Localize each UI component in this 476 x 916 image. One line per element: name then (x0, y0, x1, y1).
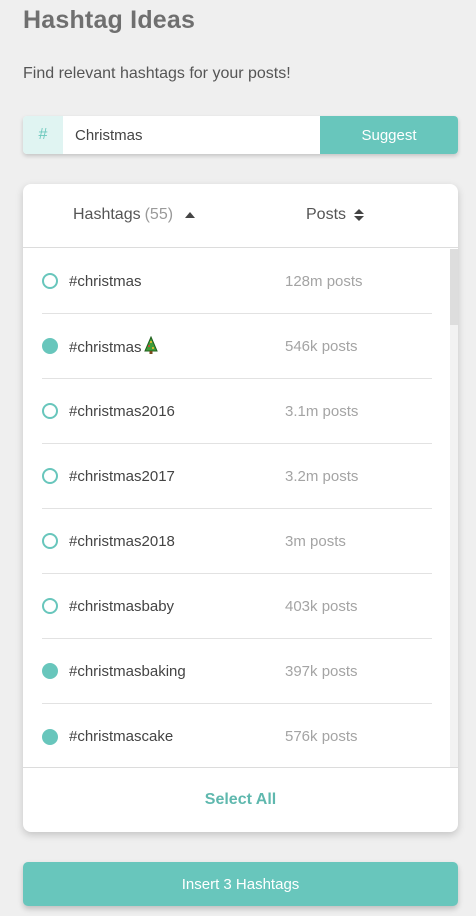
hash-prefix-icon: # (23, 116, 63, 154)
list-item[interactable]: #christmas 546k posts (42, 314, 432, 379)
suggest-button[interactable]: Suggest (320, 116, 458, 154)
column-header-posts-label: Posts (306, 206, 347, 223)
hashtag-label: #christmas (69, 272, 142, 290)
scrollbar-track[interactable] (450, 249, 458, 767)
select-radio[interactable] (42, 273, 58, 289)
scrollbar-thumb[interactable] (450, 249, 458, 325)
search-input[interactable] (63, 116, 320, 154)
hashtag-label: #christmas2017 (69, 467, 175, 485)
post-count: 397k posts (285, 662, 358, 680)
hashtag-label: #christmas (69, 339, 142, 356)
list-item[interactable]: #christmas2018 3m posts (42, 509, 432, 574)
hashtag-table-card: Hashtags (55) Posts #christmas 128m post… (23, 184, 458, 832)
list-item[interactable]: #christmascake 576k posts (42, 704, 432, 767)
list-item[interactable]: #christmas 128m posts (42, 249, 432, 314)
sort-icon (354, 209, 365, 221)
hashtag-label: #christmas2018 (69, 532, 175, 550)
select-radio[interactable] (42, 598, 58, 614)
sort-ascending-icon (185, 212, 196, 218)
page-subtitle: Find relevant hashtags for your posts! (23, 65, 291, 82)
hashtag-label-wrapper: #christmas (69, 336, 285, 356)
list-item[interactable]: #christmas2016 3.1m posts (42, 379, 432, 444)
table-header: Hashtags (55) Posts (23, 184, 458, 248)
select-radio[interactable] (42, 663, 58, 679)
post-count: 3m posts (285, 532, 346, 550)
hashtag-label: #christmasbaking (69, 662, 186, 680)
post-count: 3.2m posts (285, 467, 359, 485)
post-count: 3.1m posts (285, 402, 359, 420)
page-title: Hashtag Ideas (23, 6, 196, 34)
select-radio[interactable] (42, 403, 58, 419)
christmas-tree-icon (143, 336, 158, 354)
list-item[interactable]: #christmasbaking 397k posts (42, 639, 432, 704)
select-radio[interactable] (42, 533, 58, 549)
hashtag-label: #christmasbaby (69, 597, 175, 615)
hashtag-list[interactable]: #christmas 128m posts #christmas 546k po… (23, 249, 458, 767)
select-radio[interactable] (42, 728, 58, 745)
hashtag-label: #christmascake (69, 728, 174, 745)
post-count: 576k posts (285, 728, 358, 745)
post-count: 546k posts (285, 337, 358, 355)
select-all-button[interactable]: Select All (205, 791, 276, 809)
column-header-posts[interactable]: Posts (306, 206, 365, 224)
table-footer: Select All (23, 767, 458, 832)
hashtag-count: (55) (144, 206, 174, 223)
search-bar: # Suggest (23, 116, 458, 154)
hashtag-ideas-panel: Hashtag Ideas Find relevant hashtags for… (0, 0, 476, 916)
insert-hashtags-button[interactable]: Insert 3 Hashtags (23, 862, 458, 906)
select-radio[interactable] (42, 468, 58, 484)
list-item[interactable]: #christmasbaby 403k posts (42, 574, 432, 639)
column-header-hashtags[interactable]: Hashtags (55) (73, 206, 196, 224)
column-header-hashtags-label: Hashtags (73, 206, 141, 223)
select-radio[interactable] (42, 338, 58, 354)
post-count: 403k posts (285, 597, 358, 615)
list-item[interactable]: #christmas2017 3.2m posts (42, 444, 432, 509)
hashtag-label: #christmas2016 (69, 402, 175, 420)
post-count: 128m posts (285, 272, 363, 290)
